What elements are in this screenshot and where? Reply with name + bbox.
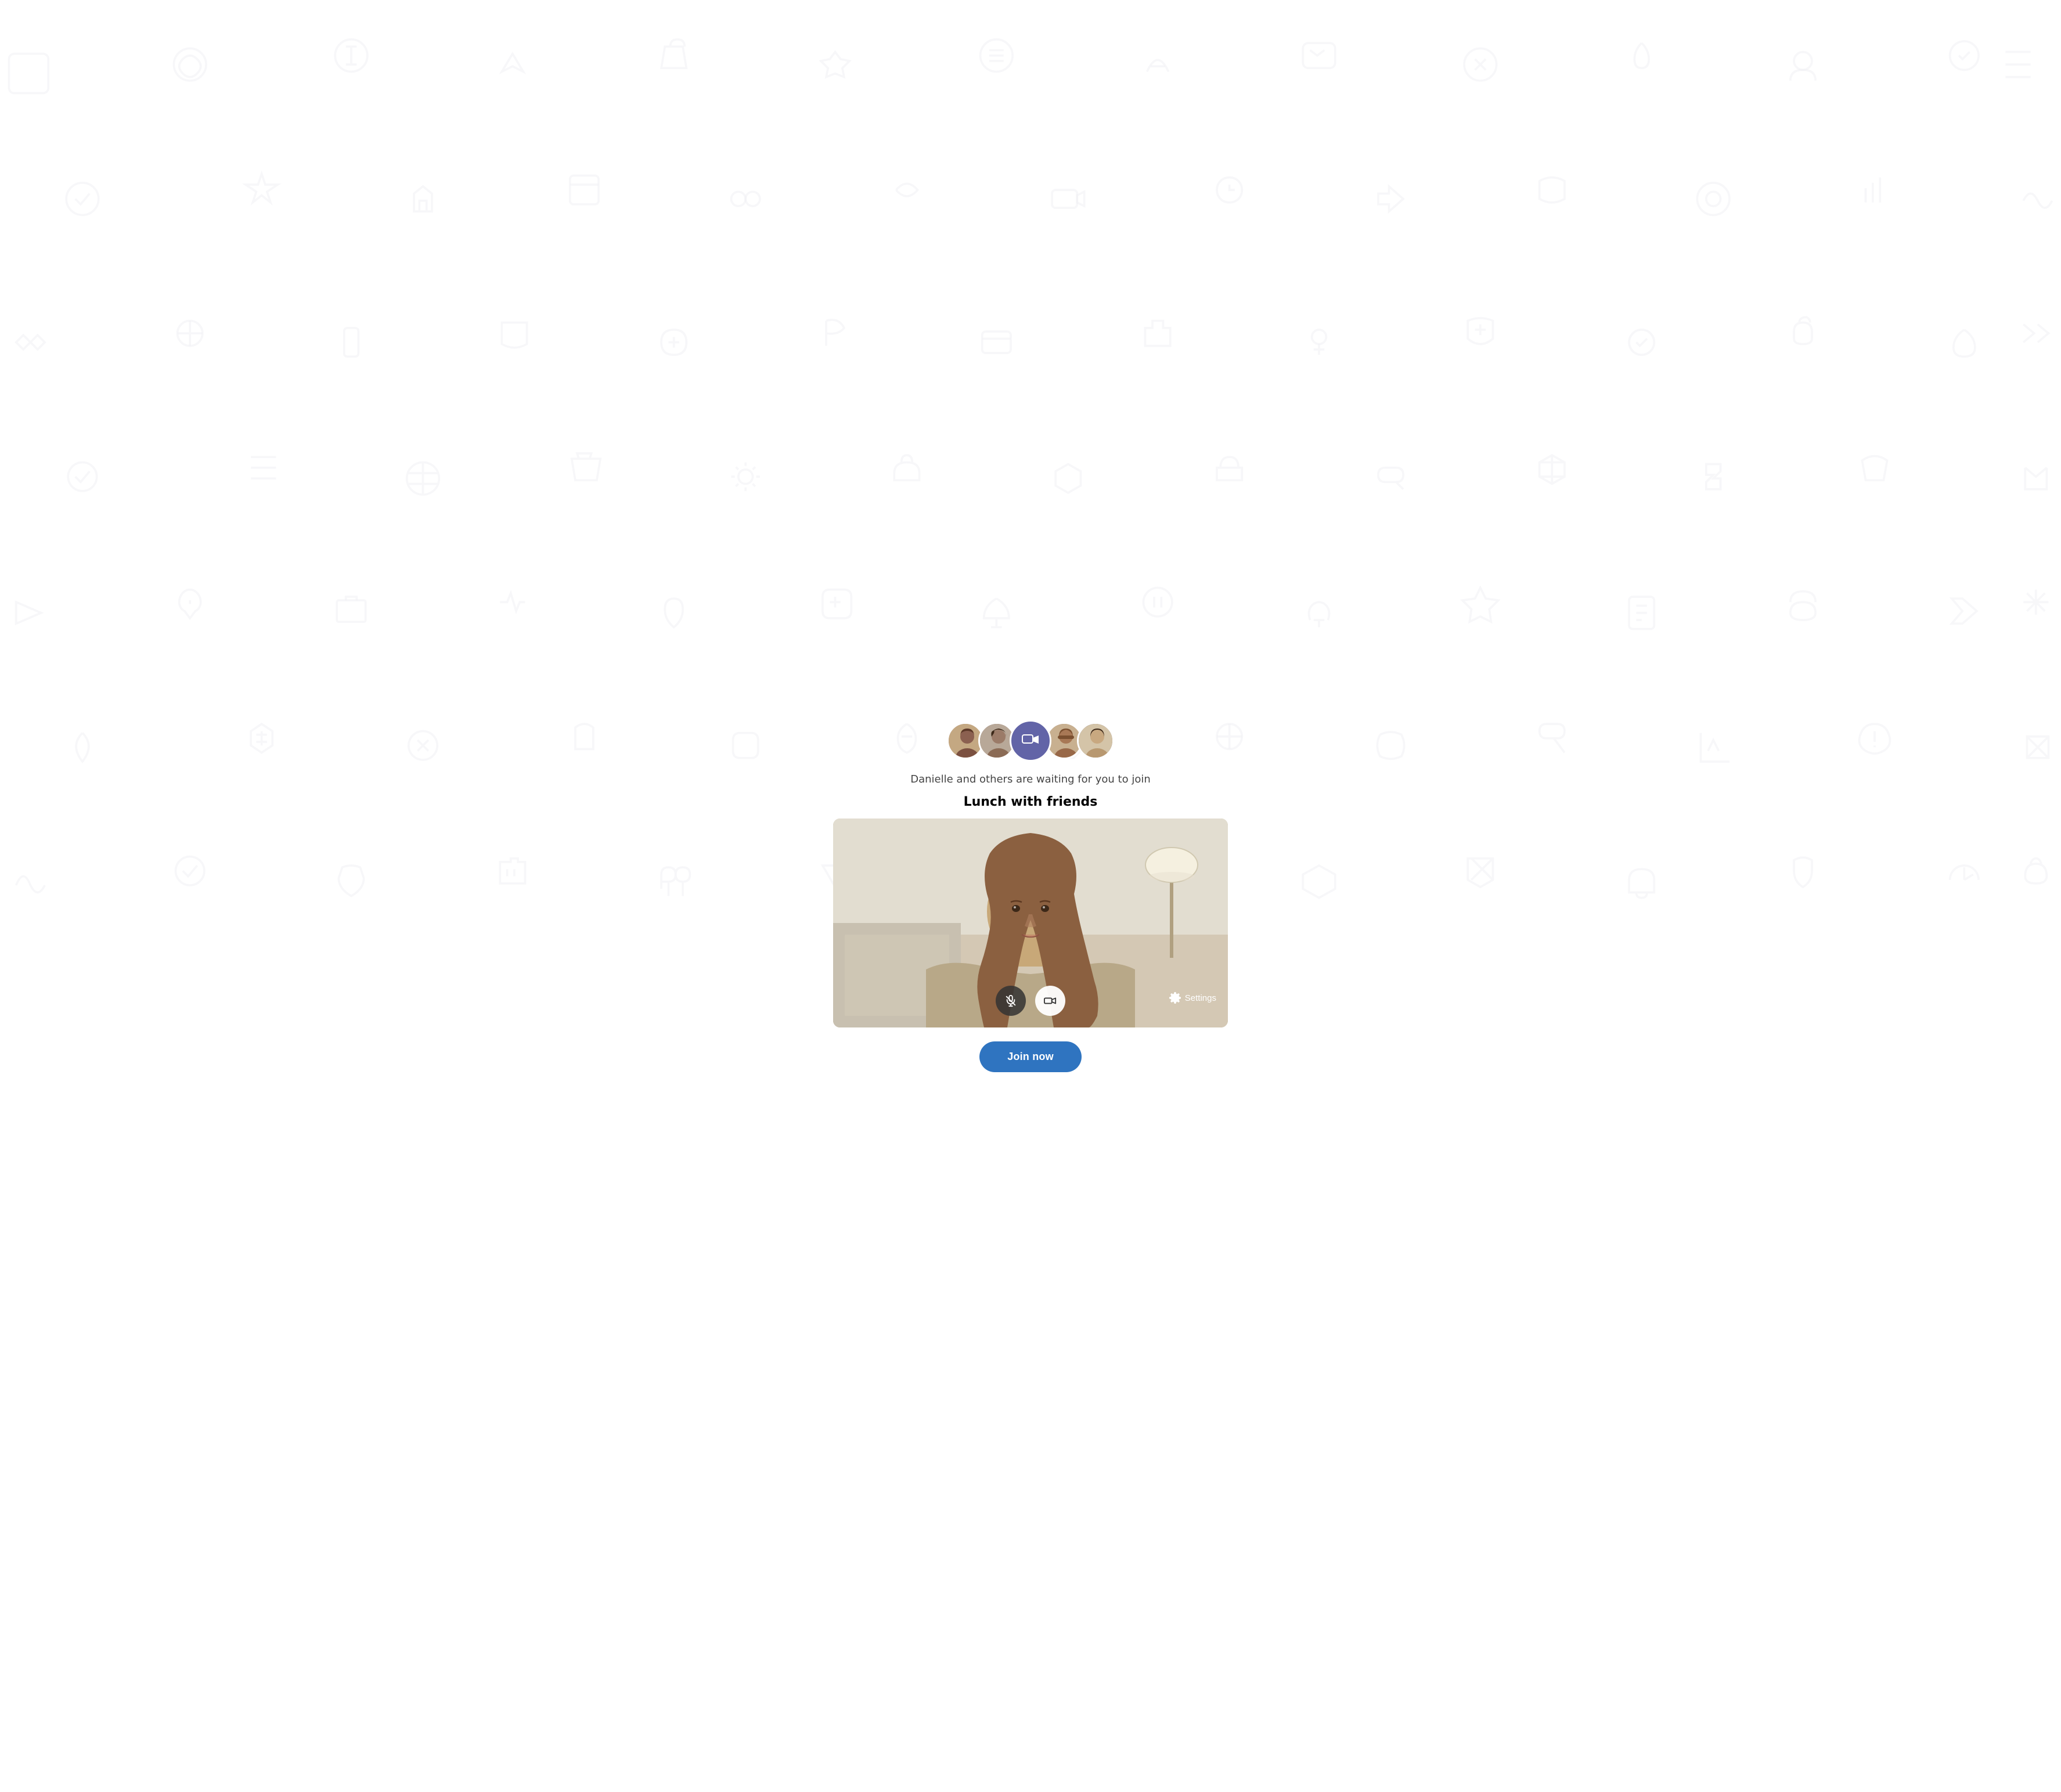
camera-button[interactable]: [1035, 986, 1065, 1016]
avatar-video-icon: [1010, 720, 1051, 762]
video-controls: Settings: [833, 986, 1228, 1016]
avatar-group: [947, 720, 1114, 762]
waiting-subtitle: Danielle and others are waiting for you …: [910, 773, 1151, 785]
video-preview: Settings: [833, 819, 1228, 1027]
settings-label: Settings: [1185, 993, 1216, 1003]
settings-button[interactable]: Settings: [1169, 991, 1216, 1004]
main-card: Danielle and others are waiting for you …: [827, 708, 1234, 1084]
join-now-button[interactable]: Join now: [979, 1041, 1082, 1072]
avatar-person-4: [1077, 722, 1114, 759]
mute-button[interactable]: [996, 986, 1026, 1016]
meeting-title: Lunch with friends: [964, 795, 1098, 809]
